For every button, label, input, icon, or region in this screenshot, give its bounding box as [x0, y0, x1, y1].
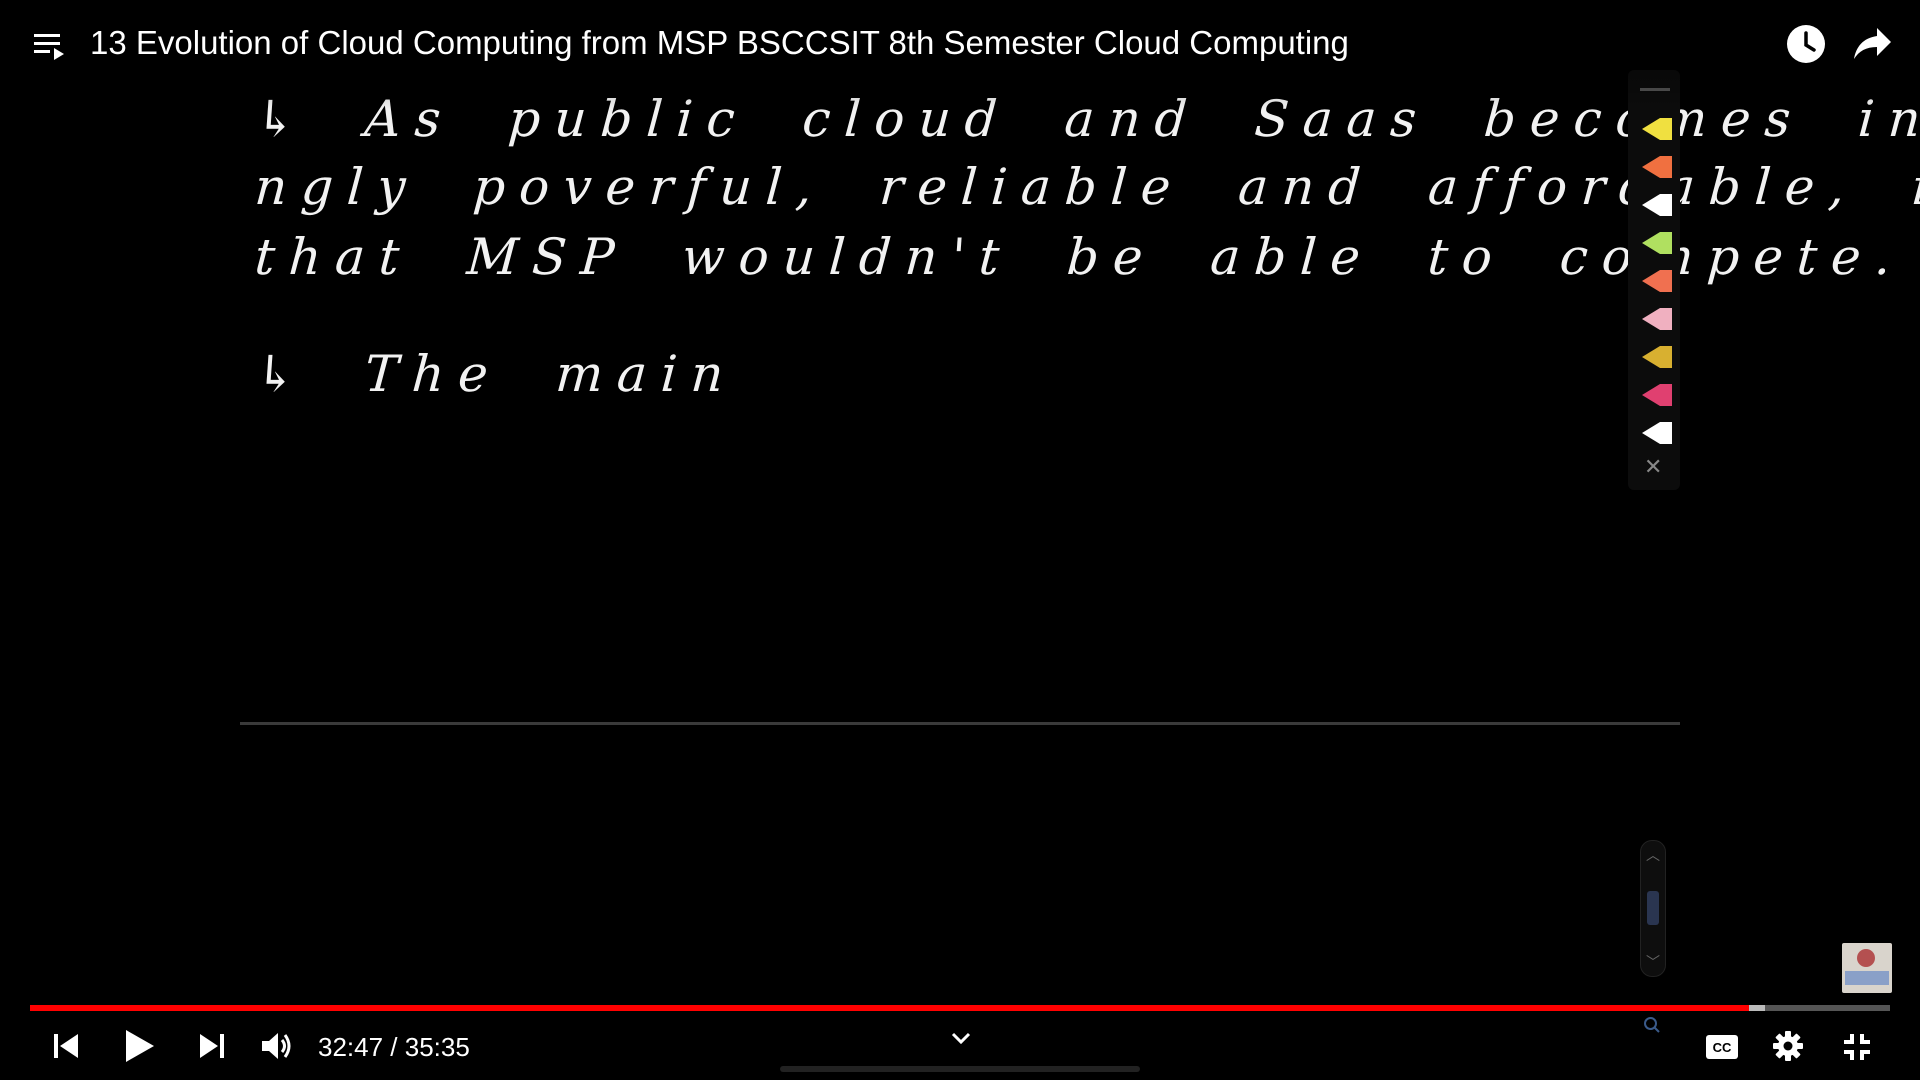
- handwriting-line-4: ↳ The main: [252, 345, 740, 403]
- home-indicator: [780, 1066, 1140, 1072]
- page-scroller[interactable]: ︿ ﹀: [1640, 840, 1666, 977]
- pen-tool[interactable]: [1636, 270, 1672, 292]
- chevron-down-icon[interactable]: [950, 1030, 972, 1046]
- duration: 35:35: [404, 1032, 470, 1062]
- pen-tool[interactable]: [1636, 118, 1672, 140]
- current-time: 32:47: [318, 1032, 384, 1062]
- pen-tool[interactable]: [1636, 308, 1672, 330]
- video-title: 13 Evolution of Cloud Computing from MSP…: [90, 24, 1349, 61]
- chevron-down-icon[interactable]: ﹀: [1646, 952, 1660, 972]
- play-icon[interactable]: [124, 1028, 156, 1064]
- video-frame[interactable]: ↳ As public cloud and Saas becomes incre…: [0, 0, 1920, 1080]
- cc-icon[interactable]: CC: [1705, 1034, 1739, 1060]
- close-icon[interactable]: ✕: [1644, 454, 1662, 480]
- pen-toolbar: ✕: [1628, 70, 1680, 490]
- time-display: 32:47 / 35:35: [318, 1032, 470, 1063]
- progress-played: [30, 1005, 1749, 1011]
- pen-tool[interactable]: [1636, 346, 1672, 368]
- gear-icon[interactable]: [1772, 1030, 1804, 1062]
- pen-tool[interactable]: [1636, 194, 1672, 216]
- volume-icon[interactable]: [260, 1030, 294, 1062]
- pen-tool[interactable]: [1636, 384, 1672, 406]
- pen-tool[interactable]: [1636, 422, 1672, 444]
- playlist-icon[interactable]: [34, 30, 68, 62]
- chevron-up-icon[interactable]: ︿: [1646, 845, 1660, 865]
- exit-fullscreen-icon[interactable]: [1842, 1032, 1872, 1062]
- scroller-thumb[interactable]: [1647, 891, 1659, 925]
- pen-tool[interactable]: [1636, 232, 1672, 254]
- clock-icon[interactable]: [1786, 24, 1826, 64]
- skip-previous-icon[interactable]: [52, 1032, 82, 1060]
- skip-next-icon[interactable]: [196, 1032, 226, 1060]
- share-arrow-icon[interactable]: [1853, 26, 1893, 62]
- page-divider: [240, 722, 1680, 725]
- zoom-icon[interactable]: [1643, 1016, 1661, 1034]
- channel-thumbnail[interactable]: [1842, 943, 1892, 993]
- progress-bar[interactable]: [30, 1005, 1890, 1011]
- time-separator: /: [383, 1032, 405, 1062]
- svg-text:CC: CC: [1713, 1040, 1732, 1055]
- pen-tool[interactable]: [1636, 156, 1672, 178]
